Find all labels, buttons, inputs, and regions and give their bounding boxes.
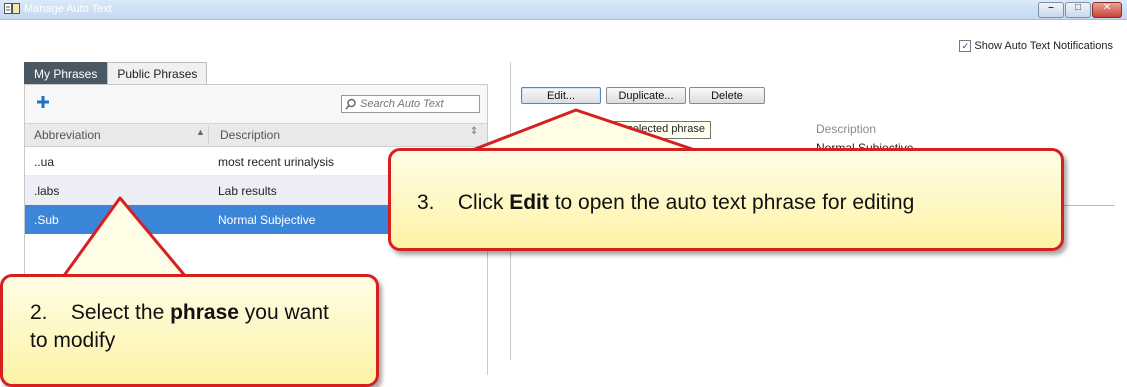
row-abbreviation: .Sub <box>34 213 59 227</box>
row-description: Normal Subjective <box>218 213 316 227</box>
minimize-button[interactable]: – <box>1038 2 1064 18</box>
phrase-tabs: My Phrases Public Phrases <box>24 62 208 85</box>
sort-ascending-icon[interactable]: ▲ <box>196 127 205 137</box>
notifications-checkbox[interactable]: ✓ <box>959 40 972 52</box>
search-icon <box>345 98 356 110</box>
step-text: to open the auto text phrase for editing <box>548 191 915 214</box>
column-description[interactable]: Description <box>220 128 280 142</box>
maximize-button[interactable]: □ <box>1065 2 1091 18</box>
callout-step-2: 2. Select the phrase you want to modify <box>0 274 379 387</box>
add-icon[interactable] <box>36 95 50 109</box>
delete-button[interactable]: Delete <box>689 87 765 104</box>
close-button[interactable]: ✕ <box>1092 2 1122 18</box>
step-number: 2. <box>30 301 48 324</box>
step-emphasis: Edit <box>509 191 549 214</box>
column-abbreviation[interactable]: Abbreviation <box>34 128 101 142</box>
window-title: Manage Auto Text <box>24 3 112 15</box>
row-abbreviation: .labs <box>34 184 60 198</box>
close-icon: ✕ <box>1102 2 1112 13</box>
tab-public-phrases[interactable]: Public Phrases <box>107 62 208 85</box>
sort-toggle-icon[interactable]: ⇕ <box>470 126 478 137</box>
description-field-label: Description <box>816 122 877 136</box>
minimize-icon: – <box>1048 2 1054 13</box>
callout-step-2-text: 2. Select the phrase you want to modify <box>30 299 330 355</box>
search-input[interactable] <box>360 96 475 112</box>
duplicate-button[interactable]: Duplicate... <box>606 87 686 104</box>
step-text: Click <box>457 191 510 214</box>
list-column-header: Abbreviation ▲ Description ⇕ <box>25 124 487 147</box>
step-number: 3. <box>417 191 435 214</box>
step-text: Select the <box>70 301 171 324</box>
callout-step-3-text: 3. Click Edit to open the auto text phra… <box>417 189 914 217</box>
abbreviation-field-label: Ab <box>528 125 543 139</box>
list-toolbar <box>25 85 487 124</box>
notifications-label: Show Auto Text Notifications <box>974 40 1113 52</box>
maximize-icon: □ <box>1074 2 1082 13</box>
title-bar: Manage Auto Text – □ ✕ <box>0 0 1127 20</box>
notifications-option[interactable]: ✓ Show Auto Text Notifications <box>959 40 1113 52</box>
app-icon <box>4 3 20 14</box>
edit-tooltip: he selected phrase <box>606 121 711 139</box>
callout-step-3: 3. Click Edit to open the auto text phra… <box>388 148 1064 251</box>
row-abbreviation: ..ua <box>34 155 55 169</box>
column-divider <box>208 126 209 144</box>
step-emphasis: phrase <box>170 301 239 324</box>
search-box[interactable] <box>341 95 480 113</box>
row-description: Lab results <box>218 184 277 198</box>
row-description: most recent urinalysis <box>218 155 335 169</box>
edit-button[interactable]: Edit... <box>521 87 601 104</box>
tab-my-phrases[interactable]: My Phrases <box>24 62 108 85</box>
